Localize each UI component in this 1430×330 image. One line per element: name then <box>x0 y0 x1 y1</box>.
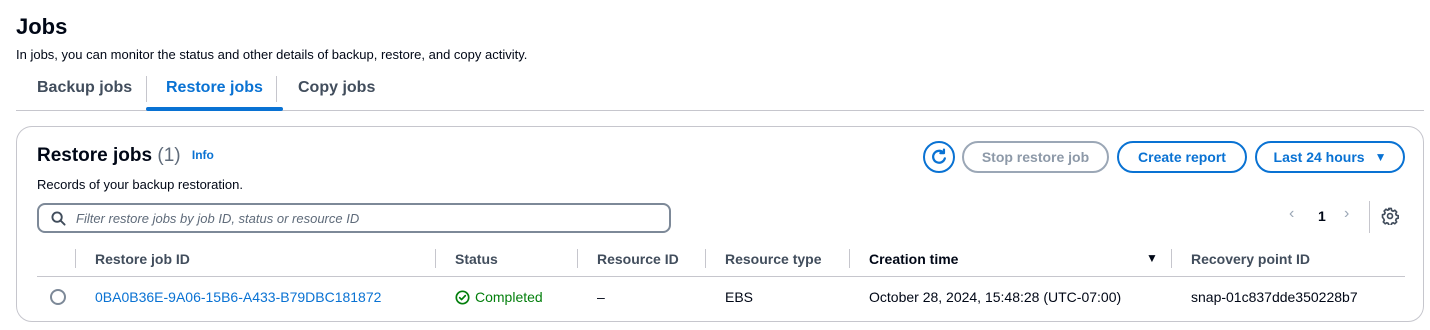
time-range-dropdown[interactable]: Last 24 hours ▼ <box>1255 141 1405 173</box>
row-select-radio[interactable] <box>50 289 66 305</box>
column-divider <box>849 249 850 268</box>
column-header-restore-job-id[interactable]: Restore job ID <box>95 251 190 267</box>
column-divider <box>75 249 76 268</box>
page-title: Jobs <box>16 14 68 39</box>
column-header-resource-id[interactable]: Resource ID <box>597 251 679 267</box>
panel-description: Records of your backup restoration. <box>37 177 243 192</box>
tab-restore-jobs[interactable]: Restore jobs <box>146 72 283 111</box>
column-header-resource-type[interactable]: Resource type <box>725 251 821 267</box>
column-divider <box>1171 249 1172 268</box>
refresh-icon <box>932 148 946 164</box>
table-header-divider <box>37 276 1405 277</box>
column-divider <box>435 249 436 268</box>
time-range-label: Last 24 hours <box>1273 149 1365 165</box>
pager-divider <box>1369 201 1370 233</box>
stop-restore-job-button[interactable]: Stop restore job <box>962 141 1109 173</box>
previous-page-button[interactable]: ‹ <box>1289 205 1294 223</box>
next-page-button[interactable]: › <box>1344 205 1349 223</box>
refresh-button[interactable] <box>923 141 955 173</box>
column-header-recovery-point-id[interactable]: Recovery point ID <box>1191 251 1310 267</box>
job-count: (1) <box>157 145 181 166</box>
column-header-status[interactable]: Status <box>455 251 498 267</box>
search-icon <box>51 210 66 226</box>
tab-backup-jobs[interactable]: Backup jobs <box>17 72 152 110</box>
recovery-point-id-cell: snap-01c837dde350228b7 <box>1191 289 1358 305</box>
tab-copy-jobs[interactable]: Copy jobs <box>278 72 395 110</box>
check-circle-icon <box>455 289 470 305</box>
restore-job-id-link[interactable]: 0BA0B36E-9A06-15B6-A433-B79DBC181872 <box>95 289 381 305</box>
column-divider <box>577 249 578 268</box>
filter-input[interactable] <box>76 210 636 226</box>
create-report-button[interactable]: Create report <box>1117 141 1247 173</box>
restore-jobs-panel: Restore jobs (1) Info Records of your ba… <box>16 126 1424 322</box>
column-header-creation-time[interactable]: Creation time <box>869 251 958 267</box>
panel-title-text: Restore jobs <box>37 145 153 166</box>
status-text: Completed <box>475 289 543 305</box>
info-link[interactable]: Info <box>192 148 214 162</box>
resource-id-cell: – <box>597 289 605 305</box>
job-tabs: Backup jobs Restore jobs Copy jobs <box>16 72 1424 111</box>
tab-divider <box>276 76 277 102</box>
caret-down-icon: ▼ <box>1374 150 1387 164</box>
creation-time-cell: October 28, 2024, 15:48:28 (UTC-07:00) <box>869 289 1122 305</box>
column-divider <box>705 249 706 268</box>
status-cell: Completed <box>455 289 543 305</box>
page-description: In jobs, you can monitor the status and … <box>16 47 528 62</box>
panel-title: Restore jobs (1) Info <box>37 145 214 167</box>
gear-icon[interactable] <box>1381 207 1399 225</box>
filter-box <box>37 203 671 233</box>
sort-descending-icon[interactable]: ▼ <box>1146 251 1158 265</box>
current-page-number[interactable]: 1 <box>1318 208 1326 224</box>
resource-type-cell: EBS <box>725 289 754 305</box>
